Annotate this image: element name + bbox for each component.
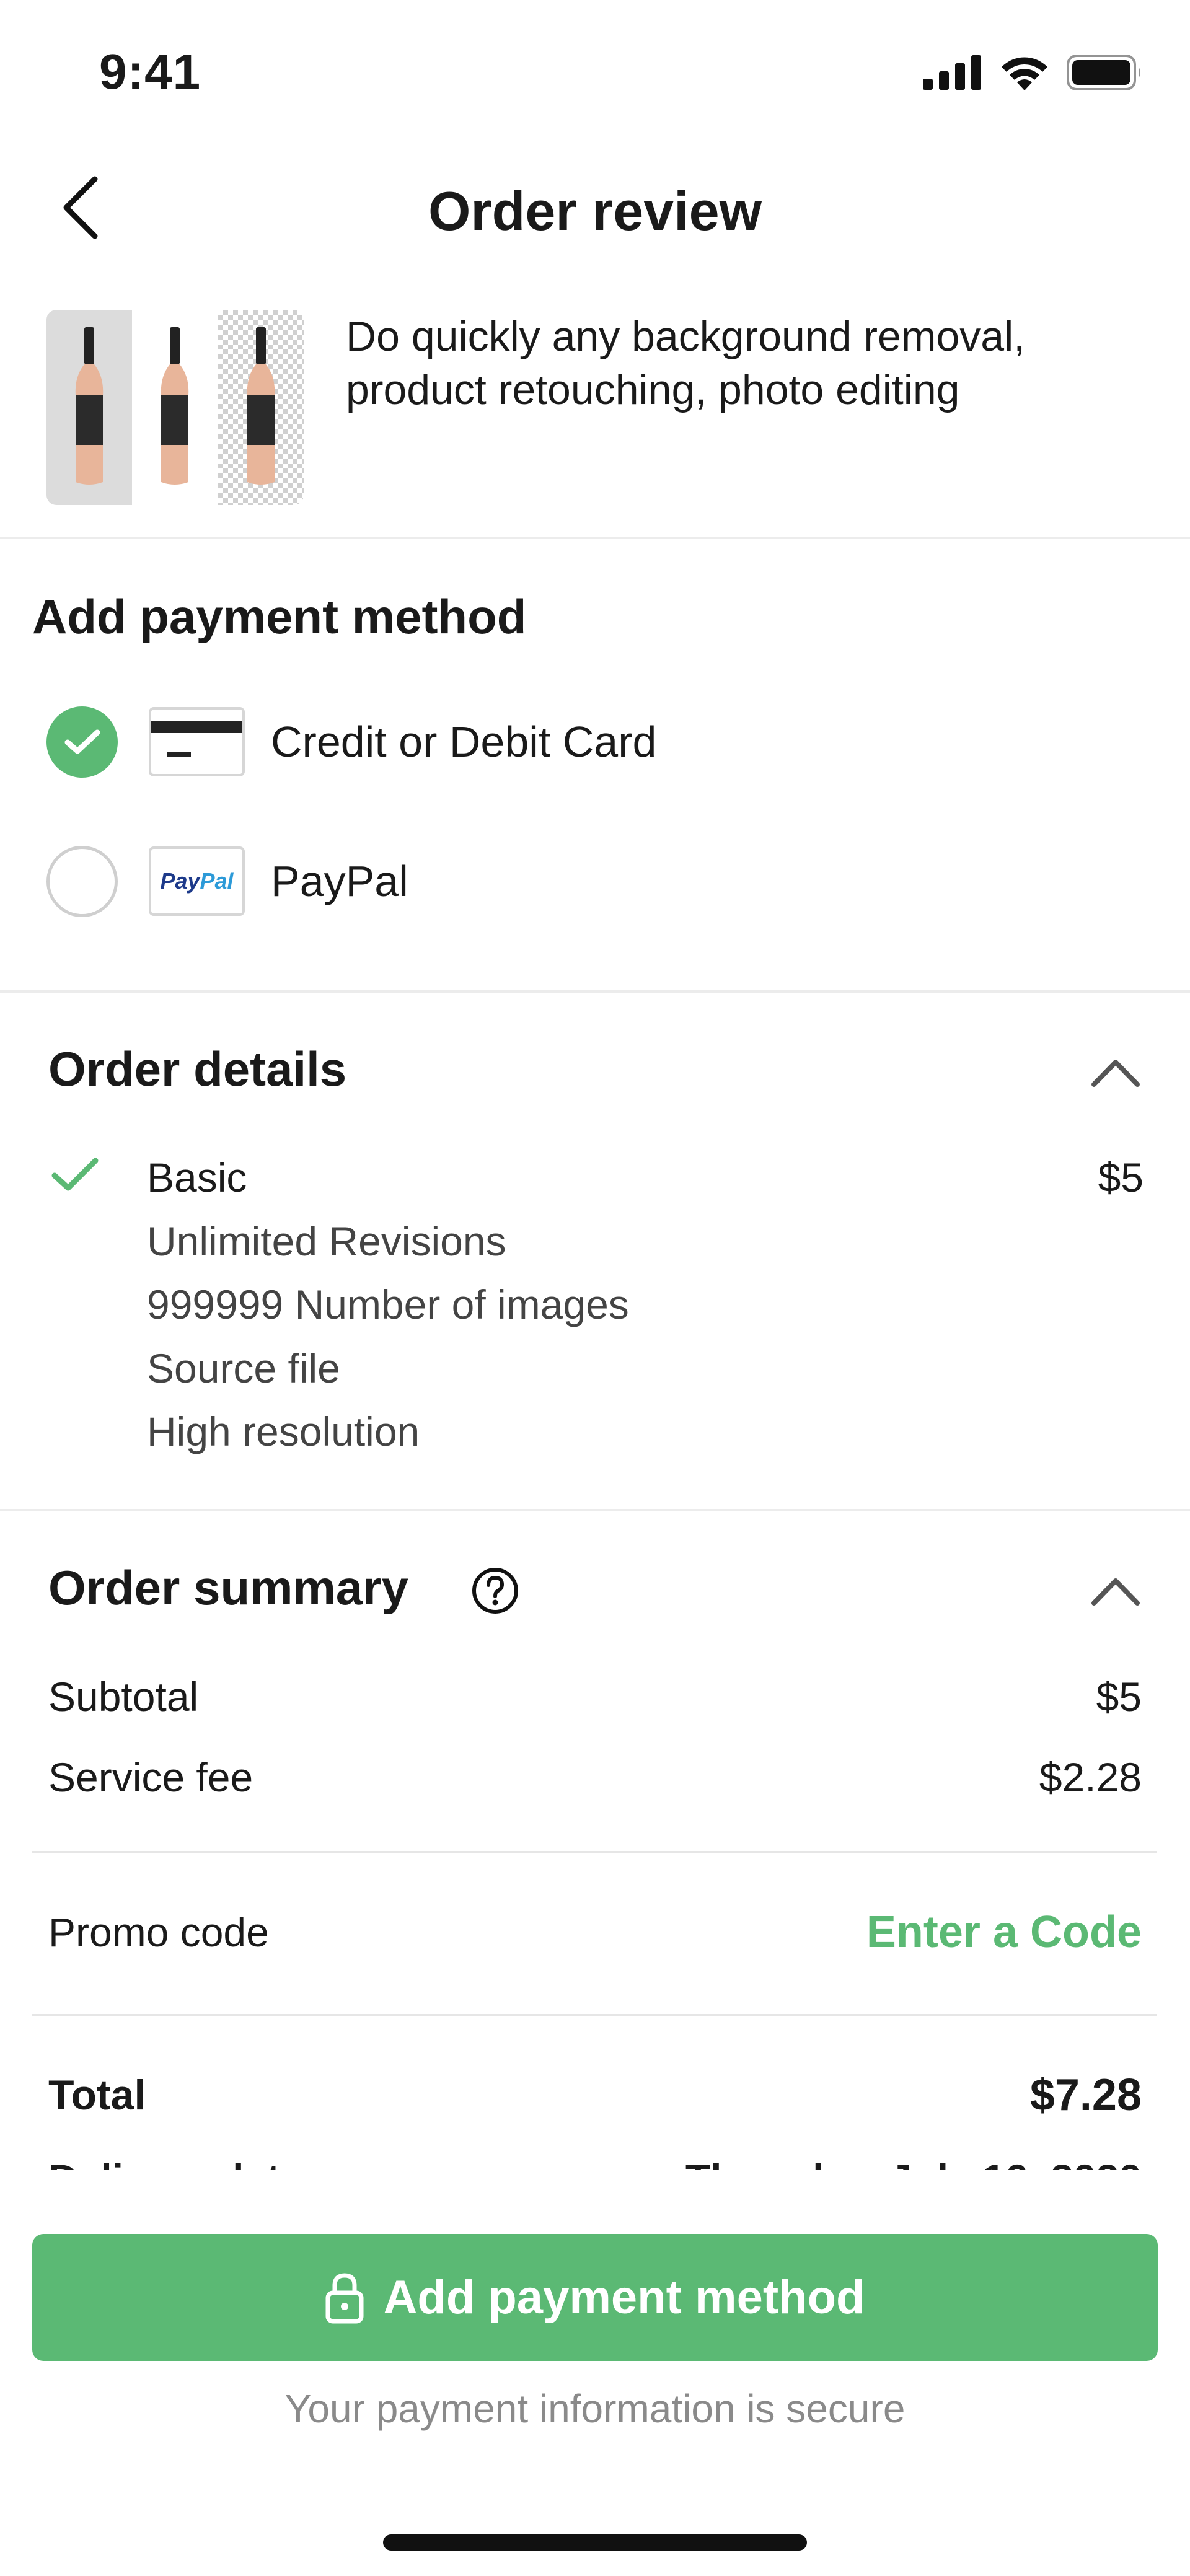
bottle-image [132,310,218,505]
total-value: $7.28 [1029,2070,1142,2120]
status-icons [923,55,1144,90]
divider [0,1509,1190,1511]
bottle-image [46,310,133,505]
wifi-icon [1002,57,1047,90]
service-fee-value: $2.28 [1039,1754,1142,1800]
help-icon[interactable] [471,1567,519,1615]
chevron-left-icon [63,176,98,239]
service-fee-label: Service fee [48,1754,253,1800]
product-thumbnail [46,310,304,505]
delivery-row: Delivery date Thursday, July 16, 2020 [48,2155,1142,2170]
product-summary: Do quickly any background removal, produ… [0,304,1190,539]
delivery-value: Thursday, July 16, 2020 [685,2155,1142,2170]
divider [0,990,1190,993]
service-fee-row: Service fee $2.28 [48,1754,1142,1801]
package-price: $5 [1098,1154,1144,1200]
subtotal-value: $5 [1096,1674,1142,1720]
bottle-image [218,310,304,505]
checkmark-icon [51,1158,99,1191]
radio-unchecked-icon[interactable] [46,845,118,917]
back-button[interactable] [46,174,115,242]
divider [0,537,1190,539]
delivery-row-clipped: Delivery date Thursday, July 16, 2020 [0,2138,1190,2170]
feature-item: Unlimited Revisions [147,1218,506,1264]
home-indicator[interactable] [383,2534,807,2551]
paypal-logo: PayPal [149,846,245,916]
status-time: 9:41 [99,44,201,99]
battery-icon [1067,55,1140,90]
package-name: Basic [147,1154,247,1200]
payment-option-card[interactable]: Credit or Debit Card [46,705,1100,779]
payment-option-paypal[interactable]: PayPal PayPal [46,844,1100,918]
secure-note: Your payment information is secure [284,2386,906,2431]
order-summary-title: Order summary [48,1560,408,1615]
enter-code-link[interactable]: Enter a Code [866,1907,1142,1958]
signal-icon [923,55,981,90]
credit-card-icon [149,707,245,776]
total-row: Total $7.28 [48,2070,1142,2121]
feature-item: Source file [147,1345,340,1391]
order-details-title: Order details [48,1042,347,1096]
payment-section-title: Add payment method [32,589,527,644]
divider [32,1851,1157,1853]
status-bar: 9:41 [0,0,1190,143]
payment-option-label: PayPal [271,857,408,905]
delivery-label: Delivery date [48,2155,303,2170]
feature-item: 999999 Number of images [147,1281,629,1327]
chevron-up-icon[interactable] [1088,1053,1144,1091]
cta-label: Add payment method [383,2271,865,2324]
page-title: Order review [428,180,762,242]
promo-label: Promo code [48,1909,269,1955]
payment-option-label: Credit or Debit Card [271,718,657,766]
add-payment-method-button[interactable]: Add payment method [32,2234,1158,2361]
chevron-up-icon[interactable] [1088,1572,1144,1609]
product-description: Do quickly any background removal, produ… [346,313,1026,413]
divider [32,2014,1157,2016]
radio-checked-icon[interactable] [46,706,118,778]
promo-row: Promo code Enter a Code [48,1907,1142,1958]
total-label: Total [48,2072,146,2119]
subtotal-row: Subtotal $5 [48,1673,1142,1720]
nav-bar: Order review [0,143,1190,279]
feature-item: High resolution [147,1409,420,1454]
lock-icon [325,2272,364,2323]
subtotal-label: Subtotal [48,1674,199,1720]
